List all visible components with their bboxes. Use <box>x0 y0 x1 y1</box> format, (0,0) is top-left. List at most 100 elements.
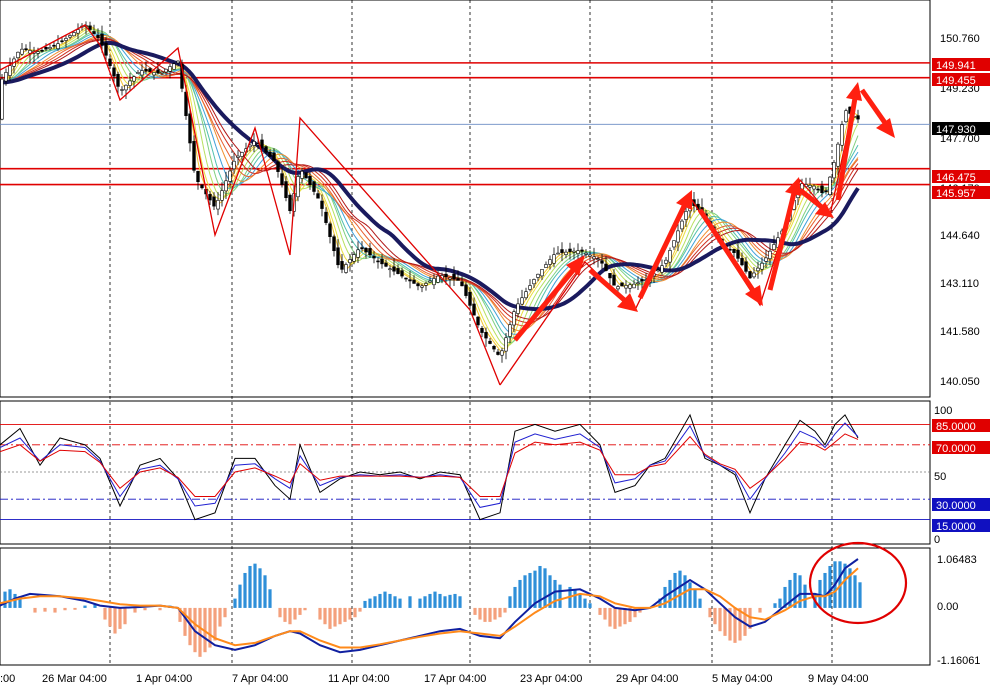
candle-body <box>828 176 832 195</box>
candle-body <box>64 38 68 41</box>
candle-body <box>540 269 544 277</box>
candle-body <box>208 194 212 201</box>
macd-histogram-bar <box>383 591 387 608</box>
candle-body <box>8 65 12 76</box>
candle-body <box>508 324 512 337</box>
macd-histogram-bar <box>363 600 367 608</box>
candle-body <box>328 223 332 237</box>
candle-body <box>516 303 520 314</box>
candle-body <box>96 35 100 38</box>
macd-histogram-bar <box>553 579 557 608</box>
macd-tick: 0.00 <box>937 601 958 613</box>
price-tick: 141.580 <box>940 326 980 338</box>
candle-body <box>176 60 180 64</box>
macd-histogram-bar <box>688 582 692 608</box>
macd-histogram-bar <box>473 607 477 615</box>
macd-histogram-bar <box>398 598 402 608</box>
candle-body <box>588 254 592 257</box>
macd-histogram-bar <box>133 607 137 613</box>
macd-histogram-bar <box>288 607 292 625</box>
macd-histogram-bar <box>343 607 347 622</box>
candle-body <box>68 35 72 38</box>
candle-body <box>444 273 448 277</box>
macd-histogram-bar <box>528 572 532 608</box>
time-tick: 17 Apr 04:00 <box>424 673 486 685</box>
candle-body <box>188 113 192 144</box>
candle-body <box>148 68 152 73</box>
current-price-tag: 147.930 <box>936 124 976 136</box>
macd-histogram-bar <box>423 596 427 608</box>
candle-body <box>196 171 200 183</box>
candle-body <box>40 49 44 52</box>
candle-body <box>504 337 508 352</box>
candle-body <box>752 272 756 278</box>
candle-body <box>772 244 776 250</box>
time-tick: 9 May 04:00 <box>808 673 869 685</box>
candle-body <box>288 194 292 212</box>
candle-body <box>456 278 460 281</box>
macd-histogram-bar <box>123 607 127 625</box>
macd-histogram-bar <box>8 589 12 608</box>
candle-body <box>816 188 820 191</box>
time-tick: 23 Apr 04:00 <box>520 673 582 685</box>
candle-body <box>240 152 244 157</box>
candle-body <box>756 267 760 272</box>
candle-body <box>548 259 552 265</box>
candle-body <box>684 211 688 220</box>
macd-histogram-bar <box>693 589 697 608</box>
candle-body <box>512 311 516 326</box>
macd-histogram-bar <box>368 598 372 608</box>
candle-body <box>472 303 476 316</box>
chart-canvas[interactable]: 150.760 149.230 147.700 146.170 144.640 … <box>0 0 997 691</box>
macd-histogram-bar <box>303 607 307 611</box>
time-axis: :00 26 Mar 04:00 1 Apr 04:00 7 Apr 04:00… <box>0 673 869 685</box>
macd-histogram-bar <box>278 607 282 618</box>
candle-body <box>432 278 436 286</box>
macd-tick: 1.06483 <box>937 554 977 566</box>
candle-body <box>632 283 636 289</box>
macd-histogram-bar <box>263 575 267 608</box>
macd-histogram-bar <box>513 586 517 608</box>
candle-body <box>844 110 848 123</box>
candle-body <box>88 25 92 30</box>
candle-body <box>316 193 320 199</box>
macd-histogram-bar <box>73 607 77 610</box>
macd-histogram-bar <box>283 607 287 622</box>
candle-body <box>140 70 144 76</box>
macd-histogram-bar <box>773 603 777 608</box>
macd-histogram-bar <box>373 596 377 608</box>
time-tick: 1 Apr 04:00 <box>136 673 192 685</box>
macd-histogram-bar <box>823 572 827 608</box>
macd-histogram-bar <box>328 607 332 629</box>
macd-histogram-bar <box>333 607 337 627</box>
candle-body <box>332 236 336 252</box>
candle-body <box>112 67 116 77</box>
level-tag: 149.941 <box>936 60 976 72</box>
macd-histogram-bar <box>798 575 802 608</box>
candle-body <box>392 266 396 272</box>
candle-body <box>388 268 392 271</box>
candle-body <box>476 316 480 326</box>
candle-body <box>344 264 348 273</box>
candle-body <box>48 47 52 50</box>
candle-body <box>108 58 112 66</box>
osc-tick: 50 <box>934 471 946 483</box>
candle-body <box>216 200 220 210</box>
candle-body <box>664 259 668 264</box>
candle-body <box>320 200 324 209</box>
candle-body <box>608 273 612 279</box>
candle-body <box>224 180 228 192</box>
macd-histogram-bar <box>828 565 832 608</box>
candle-body <box>732 249 736 253</box>
candle-body <box>24 48 28 51</box>
macd-histogram-bar <box>803 584 807 608</box>
candle-body <box>836 143 840 167</box>
macd-histogram-bar <box>583 598 587 608</box>
trading-chart-window: 150.760 149.230 147.700 146.170 144.640 … <box>0 0 997 691</box>
macd-histogram-bar <box>758 607 762 613</box>
macd-histogram-bar <box>503 607 507 613</box>
macd-histogram-bar <box>733 607 737 643</box>
candle-body <box>232 160 236 170</box>
candle-body <box>468 291 472 306</box>
candle-body <box>128 80 132 86</box>
